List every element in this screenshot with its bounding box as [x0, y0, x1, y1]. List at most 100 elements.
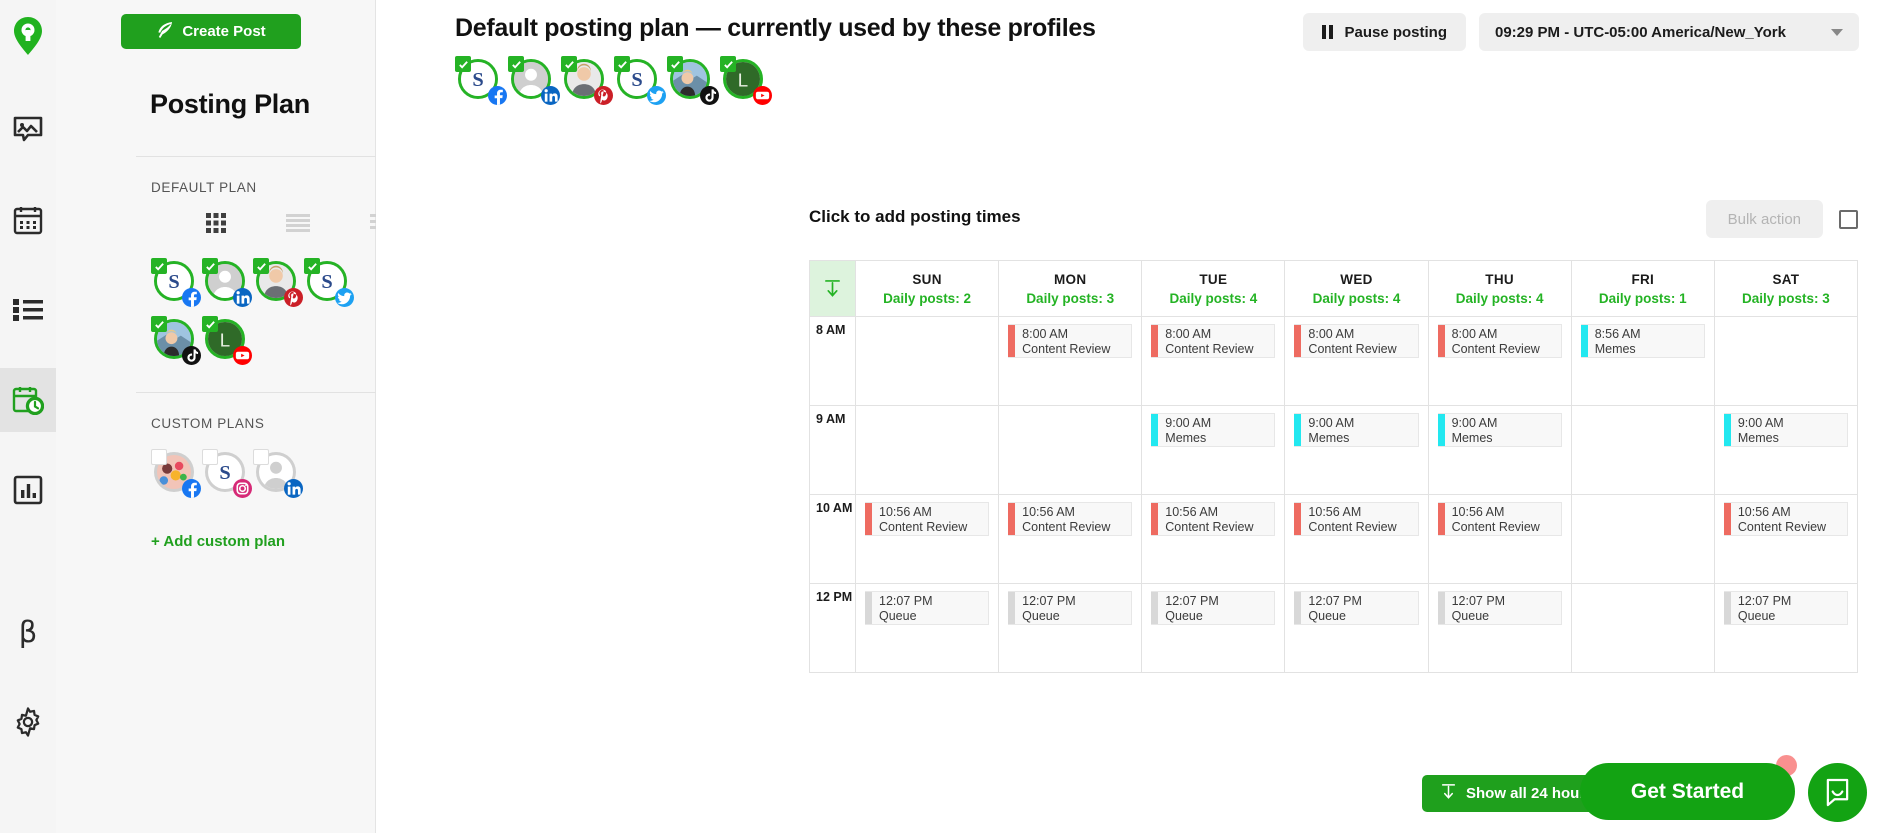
profile-avatar[interactable]: S: [614, 56, 666, 106]
calendar-cell[interactable]: [999, 406, 1143, 494]
calendar-cell[interactable]: 8:00 AM Content Review: [1285, 317, 1429, 405]
posting-time-event[interactable]: 10:56 AM Content Review: [1437, 502, 1562, 536]
analytics-icon[interactable]: [0, 458, 56, 522]
posting-time-event[interactable]: 12:07 PM Queue: [1151, 591, 1276, 625]
calendar-day-header: SUN Daily posts: 2: [856, 261, 1000, 316]
calendar-cell[interactable]: [1572, 495, 1715, 583]
calendar-cell[interactable]: 8:56 AM Memes: [1572, 317, 1715, 405]
calendar-cell[interactable]: 10:56 AM Content Review: [999, 495, 1143, 583]
quill-icon: [156, 21, 173, 42]
calendar-cell[interactable]: 12:07 PM Queue: [999, 584, 1143, 672]
posting-time-event[interactable]: 12:07 PM Queue: [1723, 591, 1848, 625]
timezone-select[interactable]: 09:29 PM - UTC-05:00 America/New_York: [1479, 13, 1859, 51]
calendar-cell[interactable]: 9:00 AM Memes: [1142, 406, 1286, 494]
posting-time-event[interactable]: 12:07 PM Queue: [1437, 591, 1562, 625]
instagram-icon: [233, 479, 252, 498]
media-library-icon[interactable]: [0, 98, 56, 162]
profile-avatar[interactable]: [508, 56, 560, 106]
posting-time-event[interactable]: 8:00 AM Content Review: [1294, 324, 1419, 358]
grid-view-toggle[interactable]: [206, 213, 226, 238]
get-started-button[interactable]: Get Started: [1580, 763, 1795, 820]
profile-avatar[interactable]: [151, 316, 201, 366]
profile-avatar[interactable]: L: [202, 316, 252, 366]
beta-icon[interactable]: β: [0, 600, 56, 664]
check-icon: [151, 316, 167, 332]
posting-time-event[interactable]: 8:00 AM Content Review: [1437, 324, 1562, 358]
posting-time-event[interactable]: 9:00 AM Memes: [1723, 413, 1848, 447]
calendar-cell[interactable]: 10:56 AM Content Review: [1142, 495, 1286, 583]
bulk-action-button[interactable]: Bulk action: [1705, 200, 1823, 238]
calendar-cell[interactable]: 10:56 AM Content Review: [1715, 495, 1857, 583]
posting-plan-calendar: SUN Daily posts: 2 MON Daily posts: 3 TUE D…: [809, 260, 1858, 673]
scroll-down-icon[interactable]: [810, 261, 856, 316]
calendar-cell[interactable]: 8:00 AM Content Review: [1142, 317, 1286, 405]
list-view-toggle[interactable]: [286, 213, 310, 238]
calendar-cell[interactable]: 10:56 AM Content Review: [1429, 495, 1572, 583]
posting-time-event[interactable]: 10:56 AM Content Review: [1294, 502, 1419, 536]
calendar-hour-row: 8 AM 8:00 AM Content Review 8:00 AM Content …: [810, 317, 1857, 406]
profile-avatar[interactable]: [202, 258, 252, 308]
posting-time-event[interactable]: 8:00 AM Content Review: [1151, 324, 1276, 358]
profile-avatar[interactable]: [253, 258, 303, 308]
calendar-day-header: FRI Daily posts: 1: [1572, 261, 1715, 316]
posting-time-event[interactable]: 12:07 PM Queue: [1008, 591, 1133, 625]
posting-time-event[interactable]: 12:07 PM Queue: [865, 591, 990, 625]
event-text: 12:07 PM Queue: [872, 592, 933, 624]
calendar-cell[interactable]: [856, 317, 1000, 405]
calendar-cell[interactable]: 10:56 AM Content Review: [856, 495, 1000, 583]
profile-avatar[interactable]: S: [304, 258, 354, 308]
calendar-cell[interactable]: 8:00 AM Content Review: [999, 317, 1143, 405]
posting-time-event[interactable]: 10:56 AM Content Review: [1151, 502, 1276, 536]
calendar-cell[interactable]: 10:56 AM Content Review: [1285, 495, 1429, 583]
check-icon: [614, 56, 630, 72]
check-icon: [304, 258, 320, 274]
profile-avatar[interactable]: S: [202, 449, 252, 499]
calendar-cell[interactable]: 9:00 AM Memes: [1285, 406, 1429, 494]
profile-avatar[interactable]: [667, 56, 719, 106]
calendar-icon[interactable]: [0, 188, 56, 252]
posting-time-event[interactable]: 9:00 AM Memes: [1437, 413, 1562, 447]
add-custom-plan-button[interactable]: + Add custom plan: [151, 533, 375, 550]
queue-list-icon[interactable]: [0, 278, 56, 342]
calendar-day-header: WED Daily posts: 4: [1285, 261, 1429, 316]
posting-time-event[interactable]: 12:07 PM Queue: [1294, 591, 1419, 625]
profile-avatar[interactable]: L: [720, 56, 772, 106]
posting-time-event[interactable]: 10:56 AM Content Review: [1723, 502, 1848, 536]
chat-launcher-button[interactable]: [1808, 763, 1867, 822]
event-text: 8:00 AM Content Review: [1158, 325, 1253, 357]
profile-avatar[interactable]: [561, 56, 613, 106]
calendar-cell[interactable]: [1572, 584, 1715, 672]
sidebar-item-posting-plan[interactable]: [0, 368, 56, 432]
event-category: Content Review: [1165, 520, 1254, 534]
profile-avatar[interactable]: S: [455, 56, 507, 106]
posting-time-event[interactable]: 9:00 AM Memes: [1151, 413, 1276, 447]
pause-posting-button[interactable]: Pause posting: [1303, 13, 1466, 51]
event-color-bar: [1008, 325, 1016, 357]
select-all-checkbox[interactable]: [1839, 209, 1858, 229]
profile-avatar[interactable]: [253, 449, 303, 499]
profile-avatar[interactable]: [151, 449, 201, 499]
calendar-cell[interactable]: [1715, 317, 1857, 405]
calendar-cell[interactable]: 12:07 PM Queue: [1142, 584, 1286, 672]
event-category: Content Review: [1308, 520, 1397, 534]
calendar-cell[interactable]: 12:07 PM Queue: [1429, 584, 1572, 672]
posting-time-event[interactable]: 8:56 AM Memes: [1580, 324, 1705, 358]
calendar-cell[interactable]: 12:07 PM Queue: [1285, 584, 1429, 672]
settings-gear-icon[interactable]: [0, 690, 56, 754]
create-post-button[interactable]: Create Post: [121, 14, 301, 49]
calendar-cell[interactable]: [1572, 406, 1715, 494]
posting-time-event[interactable]: 9:00 AM Memes: [1294, 413, 1419, 447]
calendar-cell[interactable]: 8:00 AM Content Review: [1429, 317, 1572, 405]
posting-time-event[interactable]: 10:56 AM Content Review: [865, 502, 990, 536]
calendar-cell[interactable]: [856, 406, 1000, 494]
calendar-cell[interactable]: 9:00 AM Memes: [1429, 406, 1572, 494]
event-category: Queue: [1737, 609, 1776, 623]
event-color-bar: [1437, 325, 1445, 357]
logo-pin-icon[interactable]: [0, 0, 56, 72]
calendar-cell[interactable]: 12:07 PM Queue: [1715, 584, 1857, 672]
calendar-cell[interactable]: 9:00 AM Memes: [1715, 406, 1857, 494]
posting-time-event[interactable]: 10:56 AM Content Review: [1008, 502, 1133, 536]
posting-time-event[interactable]: 8:00 AM Content Review: [1008, 324, 1133, 358]
profile-avatar[interactable]: S: [151, 258, 201, 308]
calendar-cell[interactable]: 12:07 PM Queue: [856, 584, 1000, 672]
